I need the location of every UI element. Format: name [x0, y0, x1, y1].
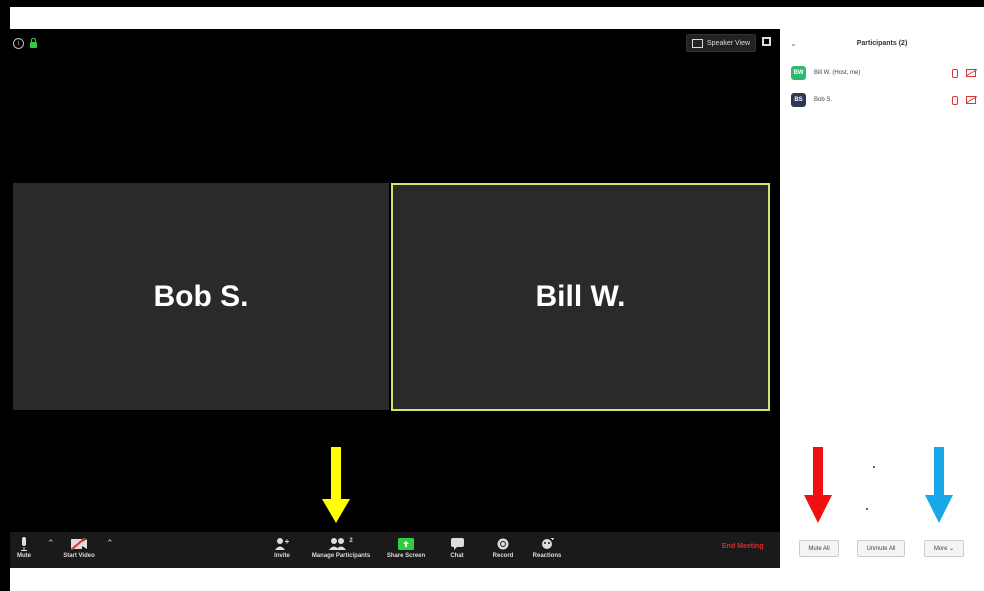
window-frame-top	[10, 7, 984, 29]
muted-mic-icon[interactable]	[952, 95, 958, 105]
fullscreen-icon[interactable]	[762, 37, 771, 46]
manage-participants-button[interactable]: 2 Manage Participants	[304, 532, 378, 568]
more-button[interactable]: More ⌄	[924, 540, 964, 557]
speaker-view-label: Speaker View	[707, 39, 751, 47]
unmute-all-button[interactable]: Unmute All	[857, 540, 905, 557]
chat-button[interactable]: Chat	[446, 532, 468, 568]
avatar: BS	[791, 93, 806, 107]
chat-bubble-icon	[450, 535, 464, 553]
blue-arrow-annotation	[925, 447, 953, 523]
reactions-label: Reactions	[532, 553, 562, 559]
mute-all-button[interactable]: Mute All	[799, 540, 839, 557]
audio-options-chevron-up-icon[interactable]: ⌃	[47, 538, 55, 549]
info-icon[interactable]: i	[13, 38, 24, 49]
cursor-speck	[873, 466, 875, 468]
chat-label: Chat	[450, 553, 464, 559]
lock-icon[interactable]	[30, 38, 37, 48]
start-video-label: Start Video	[63, 553, 95, 559]
video-tile-bob[interactable]: Bob S.	[13, 183, 389, 410]
meeting-status-icons: i	[13, 38, 37, 49]
share-screen-label: Share Screen	[386, 553, 426, 559]
record-button[interactable]: Record	[489, 532, 517, 568]
cursor-speck	[866, 508, 868, 510]
participant-row-bill[interactable]: BW Bill W. (Host, me)	[791, 65, 976, 81]
participant-name: Bob S.	[814, 97, 833, 103]
record-icon	[497, 535, 509, 553]
end-meeting-button[interactable]: End Meeting	[722, 543, 764, 550]
start-video-button[interactable]: Start Video	[57, 532, 101, 568]
grid-icon	[692, 38, 703, 48]
window-frame-bottom	[10, 568, 984, 591]
video-off-icon	[71, 535, 87, 553]
invite-label: Invite	[274, 553, 290, 559]
tile-name: Bill W.	[535, 280, 626, 313]
emoji-add-icon	[541, 535, 554, 553]
mute-button[interactable]: Mute	[10, 532, 38, 568]
muted-mic-icon[interactable]	[952, 68, 958, 78]
participants-panel-title: Participants (2)	[856, 40, 908, 47]
video-off-icon[interactable]	[966, 96, 976, 104]
red-arrow-annotation	[804, 447, 832, 523]
manage-participants-label: Manage Participants	[311, 553, 371, 559]
participants-icon: 2	[329, 535, 353, 553]
participant-count-badge: 2	[349, 538, 353, 544]
video-options-chevron-up-icon[interactable]: ⌃	[106, 538, 114, 549]
share-screen-button[interactable]: Share Screen	[381, 532, 431, 568]
add-person-icon	[275, 535, 289, 553]
tile-name: Bob S.	[153, 279, 249, 313]
video-tile-bill-active-speaker[interactable]: Bill W.	[391, 183, 770, 411]
video-off-icon[interactable]	[966, 69, 976, 77]
yellow-arrow-annotation	[322, 447, 350, 523]
share-screen-icon	[398, 535, 414, 553]
participant-row-bob[interactable]: BS Bob S.	[791, 92, 976, 108]
mute-label: Mute	[17, 553, 31, 559]
avatar: BW	[791, 66, 806, 80]
reactions-button[interactable]: Reactions	[529, 532, 565, 568]
invite-button[interactable]: Invite	[270, 532, 294, 568]
microphone-icon	[19, 535, 29, 553]
speaker-view-button[interactable]: Speaker View	[686, 34, 757, 52]
record-label: Record	[492, 553, 514, 559]
participant-name: Bill W. (Host, me)	[814, 70, 861, 76]
